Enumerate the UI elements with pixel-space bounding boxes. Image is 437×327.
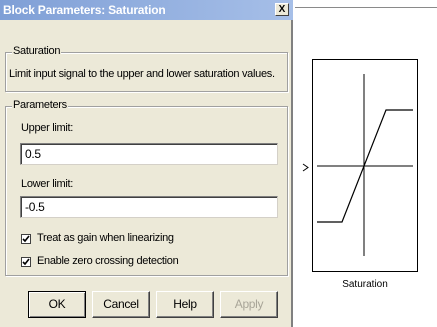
close-button[interactable]: X — [275, 3, 289, 16]
canvas-divider — [295, 7, 437, 8]
zero-crossing-checkbox-label[interactable]: Enable zero crossing detection — [37, 255, 179, 267]
linearize-checkbox-label[interactable]: Treat as gain when linearizing — [37, 232, 174, 244]
dialog-titlebar[interactable]: Block Parameters: Saturation X — [0, 0, 293, 20]
block-parameters-dialog: Block Parameters: Saturation X Saturatio… — [0, 0, 293, 327]
close-icon: X — [278, 4, 286, 15]
saturation-block[interactable] — [312, 59, 418, 272]
checkmark-icon — [22, 235, 30, 243]
zero-crossing-checkbox[interactable] — [21, 257, 31, 267]
lower-limit-input[interactable]: -0.5 — [20, 196, 278, 218]
upper-limit-input[interactable]: 0.5 — [20, 143, 278, 165]
linearize-checkbox[interactable] — [21, 234, 31, 244]
block-description: Limit input signal to the upper and lowe… — [9, 68, 275, 80]
help-button[interactable]: Help — [156, 291, 214, 318]
description-group-legend: Saturation — [12, 45, 62, 57]
cancel-button[interactable]: Cancel — [92, 291, 150, 318]
ok-button[interactable]: OK — [28, 291, 86, 318]
saturation-curve-icon — [317, 74, 413, 256]
lower-limit-label: Lower limit: — [21, 178, 74, 190]
block-name-label[interactable]: Saturation — [312, 279, 418, 290]
apply-button[interactable]: Apply — [220, 291, 278, 318]
input-port-icon — [302, 163, 309, 172]
dialog-title: Block Parameters: Saturation — [3, 3, 166, 17]
checkmark-icon — [22, 258, 30, 266]
parameters-group-legend: Parameters — [12, 99, 68, 111]
upper-limit-label: Upper limit: — [21, 122, 74, 134]
